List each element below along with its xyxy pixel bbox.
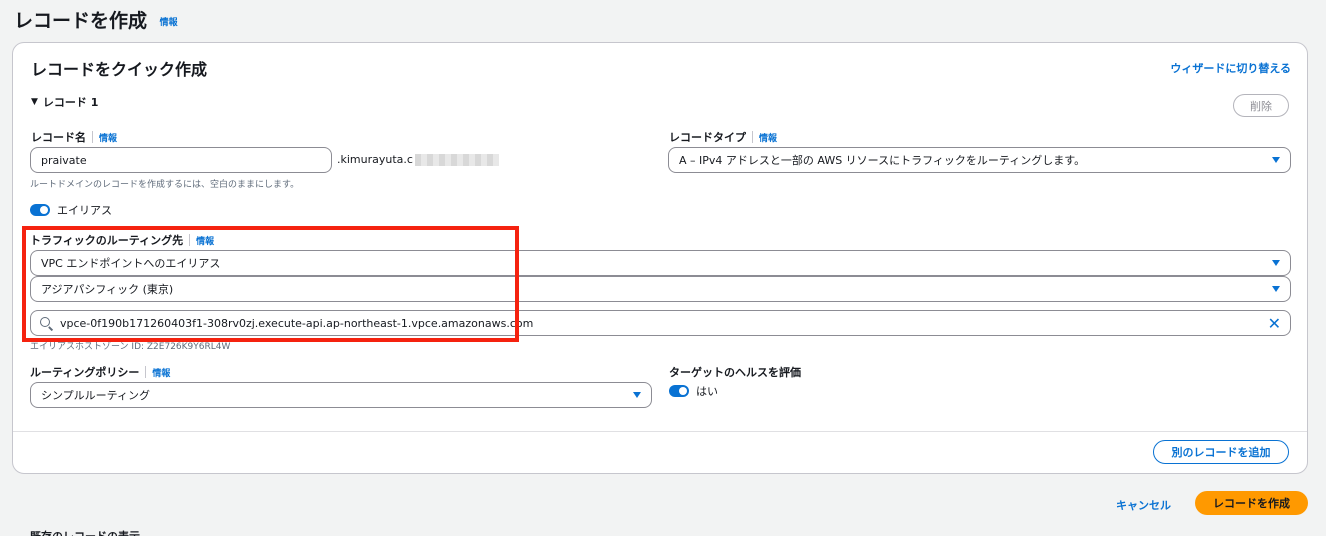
- label-separator: [752, 131, 753, 143]
- routing-policy-info-link[interactable]: 情報: [152, 366, 170, 379]
- record-name-value: praivate: [41, 153, 87, 167]
- record-1-toggle[interactable]: ▼ レコード 1: [31, 94, 98, 110]
- existing-records-heading: 既存のレコードの表示: [30, 528, 140, 536]
- caret-down-icon: [1272, 157, 1280, 163]
- create-record-button[interactable]: レコードを作成: [1195, 491, 1308, 515]
- record-type-select[interactable]: A – IPv4 アドレスと一部の AWS リソースにトラフィックをルーティング…: [668, 147, 1291, 173]
- create-record-page: レコードを作成 情報 レコードをクイック作成 ウィザードに切り替える ▼ レコー…: [0, 0, 1326, 536]
- caret-down-icon: [1272, 260, 1280, 266]
- annotation-highlight-box: [22, 226, 519, 342]
- delete-button[interactable]: 削除: [1233, 94, 1289, 117]
- add-another-record-button[interactable]: 別のレコードを追加: [1153, 440, 1289, 464]
- record-type-label: レコードタイプ 情報: [669, 129, 777, 145]
- health-label: ターゲットのヘルスを評価: [669, 364, 801, 380]
- page-title: レコードを作成 情報: [14, 6, 178, 33]
- clear-icon[interactable]: ✕: [1268, 314, 1281, 333]
- record-type-label-text: レコードタイプ: [669, 131, 746, 144]
- record-name-input[interactable]: praivate: [30, 147, 332, 173]
- record-name-hint: ルートドメインのレコードを作成するには、空白のままにします。: [30, 180, 300, 190]
- health-label-text: ターゲットのヘルスを評価: [669, 366, 801, 379]
- domain-suffix: .kimurayuta.c: [337, 153, 499, 166]
- health-value: はい: [696, 385, 718, 398]
- card-title: レコードをクイック作成: [31, 60, 208, 79]
- routing-policy-label-text: ルーティングポリシー: [30, 366, 140, 379]
- label-separator: [145, 366, 147, 378]
- page-title-text: レコードを作成: [14, 10, 148, 32]
- alias-toggle[interactable]: エイリアス: [30, 202, 112, 218]
- routing-policy-label: ルーティングポリシー 情報: [30, 364, 170, 380]
- caret-down-icon: [1272, 286, 1280, 292]
- label-separator: [92, 131, 93, 143]
- record-name-label: レコード名 情報: [31, 129, 117, 145]
- domain-suffix-text: .kimurayuta.c: [337, 153, 413, 166]
- record-name-label-text: レコード名: [31, 131, 86, 144]
- cancel-button[interactable]: キャンセル: [1116, 497, 1171, 513]
- caret-down-icon: [633, 392, 641, 398]
- record-1-label: レコード 1: [42, 96, 99, 109]
- record-type-value: A – IPv4 アドレスと一部の AWS リソースにトラフィックをルーティング…: [679, 154, 1086, 167]
- toggle-switch-icon: [669, 385, 689, 397]
- alias-label: エイリアス: [57, 204, 112, 217]
- record-type-info-link[interactable]: 情報: [759, 131, 777, 144]
- routing-policy-select[interactable]: シンプルルーティング: [30, 382, 652, 408]
- health-toggle[interactable]: はい: [669, 383, 718, 399]
- page-info-link[interactable]: 情報: [160, 18, 178, 28]
- switch-to-wizard-link[interactable]: ウィザードに切り替える: [1170, 60, 1291, 76]
- record-name-info-link[interactable]: 情報: [99, 131, 117, 144]
- redacted-domain: [414, 153, 499, 166]
- card-divider: [13, 431, 1307, 432]
- routing-policy-value: シンプルルーティング: [41, 389, 151, 402]
- caret-down-icon: ▼: [31, 97, 38, 107]
- toggle-switch-icon: [30, 204, 50, 216]
